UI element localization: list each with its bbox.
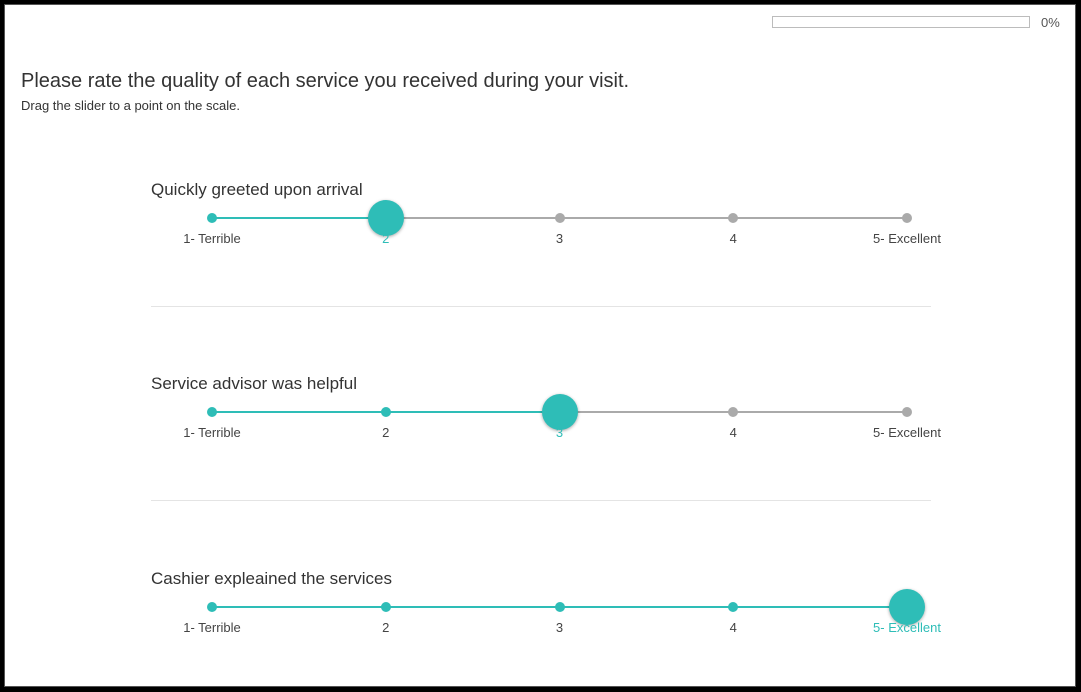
slider-label: Cashier expleained the services [151,569,392,588]
scale-point-4[interactable] [728,407,739,417]
slider-track[interactable] [207,589,925,625]
slider-track[interactable] [207,200,912,236]
scale-label-1[interactable]: 1- Terrible [183,620,241,635]
scale-point-3[interactable] [554,602,565,612]
survey-page: 0% Please rate the quality of each servi… [4,4,1076,687]
scale-label-4[interactable]: 4 [730,620,737,635]
scale-point-2[interactable] [380,407,391,417]
question-instruction: Drag the slider to a point on the scale. [21,98,240,113]
scale-label-1[interactable]: 1- Terrible [183,425,241,440]
divider [151,306,931,307]
scale-label-5[interactable]: 5- Excellent [873,620,941,635]
slider-label: Quickly greeted upon arrival [151,180,363,199]
scale-label-1[interactable]: 1- Terrible [183,231,241,246]
scale-point-1[interactable] [207,407,217,417]
rating-slider: Cashier expleained the services 1- Terrib… [151,569,941,649]
scale-label-3[interactable]: 3 [556,231,563,246]
scale-label-2[interactable]: 2 [382,620,389,635]
scale-point-1[interactable] [207,213,217,223]
progress-percent: 0% [1041,15,1060,30]
scale-point-5[interactable] [902,407,912,417]
rating-slider: Quickly greeted upon arrival 1- Terrible 2… [151,180,941,260]
slider-label: Service advisor was helpful [151,374,357,393]
scale-label-4[interactable]: 4 [730,425,737,440]
scale-label-2[interactable]: 2 [382,425,389,440]
question-title: Please rate the quality of each service … [21,70,630,92]
progress-bar [772,16,1030,28]
divider [151,500,931,501]
scale-label-5[interactable]: 5- Excellent [873,231,941,246]
scale-label-5[interactable]: 5- Excellent [873,425,941,440]
scale-label-4[interactable]: 4 [730,231,737,246]
scale-point-4[interactable] [728,213,739,223]
slider-track[interactable] [207,394,912,430]
rating-slider: Service advisor was helpful 1- Terrible 2 3… [151,374,941,454]
scale-point-2[interactable] [380,602,391,612]
scale-point-1[interactable] [207,602,217,612]
scale-label-2[interactable]: 2 [382,231,389,246]
scale-label-3[interactable]: 3 [556,425,563,440]
slider-track-fill [212,217,386,219]
scale-point-5[interactable] [902,213,912,223]
scale-point-4[interactable] [728,602,739,612]
scale-label-3[interactable]: 3 [556,620,563,635]
scale-point-3[interactable] [554,213,565,223]
